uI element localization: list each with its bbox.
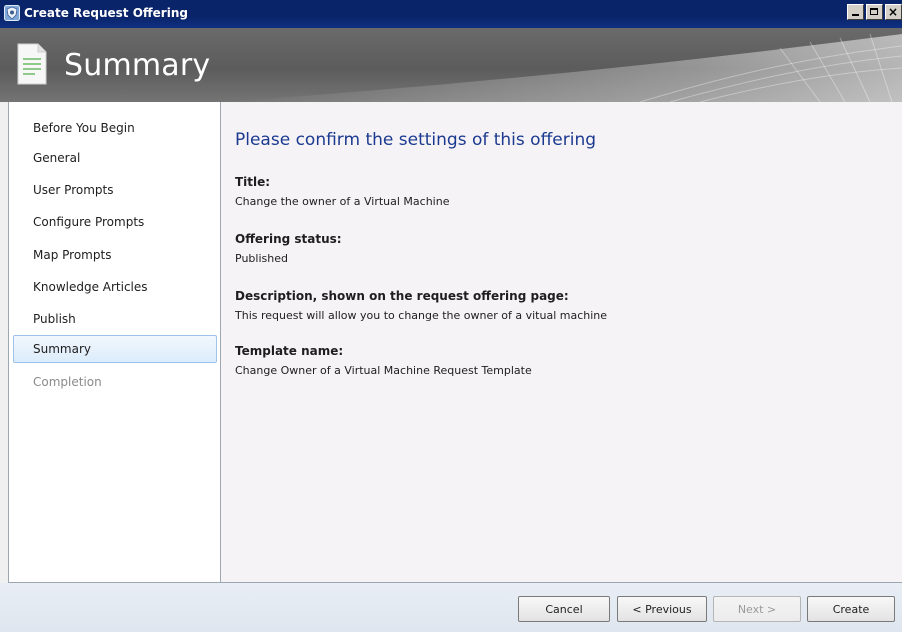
offering-status-value: Published [235, 252, 288, 265]
page-title: Summary [64, 48, 211, 83]
description-value: This request will allow you to change th… [235, 309, 608, 322]
previous-button[interactable]: < Previous [617, 596, 707, 622]
maximize-icon [870, 8, 878, 15]
confirmation-heading: Please confirm the settings of this offe… [235, 130, 597, 150]
nav-item-general[interactable]: General [13, 144, 217, 172]
wizard-window: Create Request Offering × Summary Before… [0, 0, 902, 632]
title-bar[interactable]: Create Request Offering × [0, 0, 902, 28]
wizard-steps-nav: Before You Begin General User Prompts Co… [8, 102, 220, 583]
title-value: Change the owner of a Virtual Machine [235, 195, 450, 208]
minimize-icon [852, 14, 859, 16]
title-label: Title: [235, 175, 271, 189]
summary-panel: Please confirm the settings of this offe… [220, 102, 902, 583]
next-button: Next > [713, 596, 801, 622]
create-button[interactable]: Create [807, 596, 895, 622]
banner-wave-graphic [220, 33, 902, 102]
nav-item-summary[interactable]: Summary [13, 335, 217, 363]
minimize-button[interactable] [847, 4, 864, 20]
offering-status-label: Offering status: [235, 232, 342, 246]
nav-item-before-you-begin[interactable]: Before You Begin [13, 114, 217, 142]
window-controls: × [847, 4, 902, 22]
document-icon [17, 43, 47, 85]
nav-item-user-prompts[interactable]: User Prompts [13, 176, 217, 204]
wizard-shield-icon [4, 5, 20, 21]
page-banner: Summary [0, 28, 902, 102]
template-name-label: Template name: [235, 344, 344, 358]
window-title: Create Request Offering [24, 6, 188, 20]
cancel-button[interactable]: Cancel [518, 596, 610, 622]
nav-item-completion: Completion [33, 375, 102, 389]
nav-item-publish[interactable]: Publish [13, 305, 217, 333]
wizard-footer: Cancel < Previous Next > Create [0, 583, 902, 632]
nav-item-map-prompts[interactable]: Map Prompts [13, 241, 217, 269]
description-label: Description, shown on the request offeri… [235, 289, 569, 303]
close-icon: × [888, 5, 899, 19]
close-button[interactable]: × [885, 4, 902, 20]
nav-item-knowledge-articles[interactable]: Knowledge Articles [13, 273, 217, 301]
nav-item-configure-prompts[interactable]: Configure Prompts [13, 208, 217, 236]
template-name-value: Change Owner of a Virtual Machine Reques… [235, 364, 532, 377]
maximize-button[interactable] [866, 4, 883, 20]
